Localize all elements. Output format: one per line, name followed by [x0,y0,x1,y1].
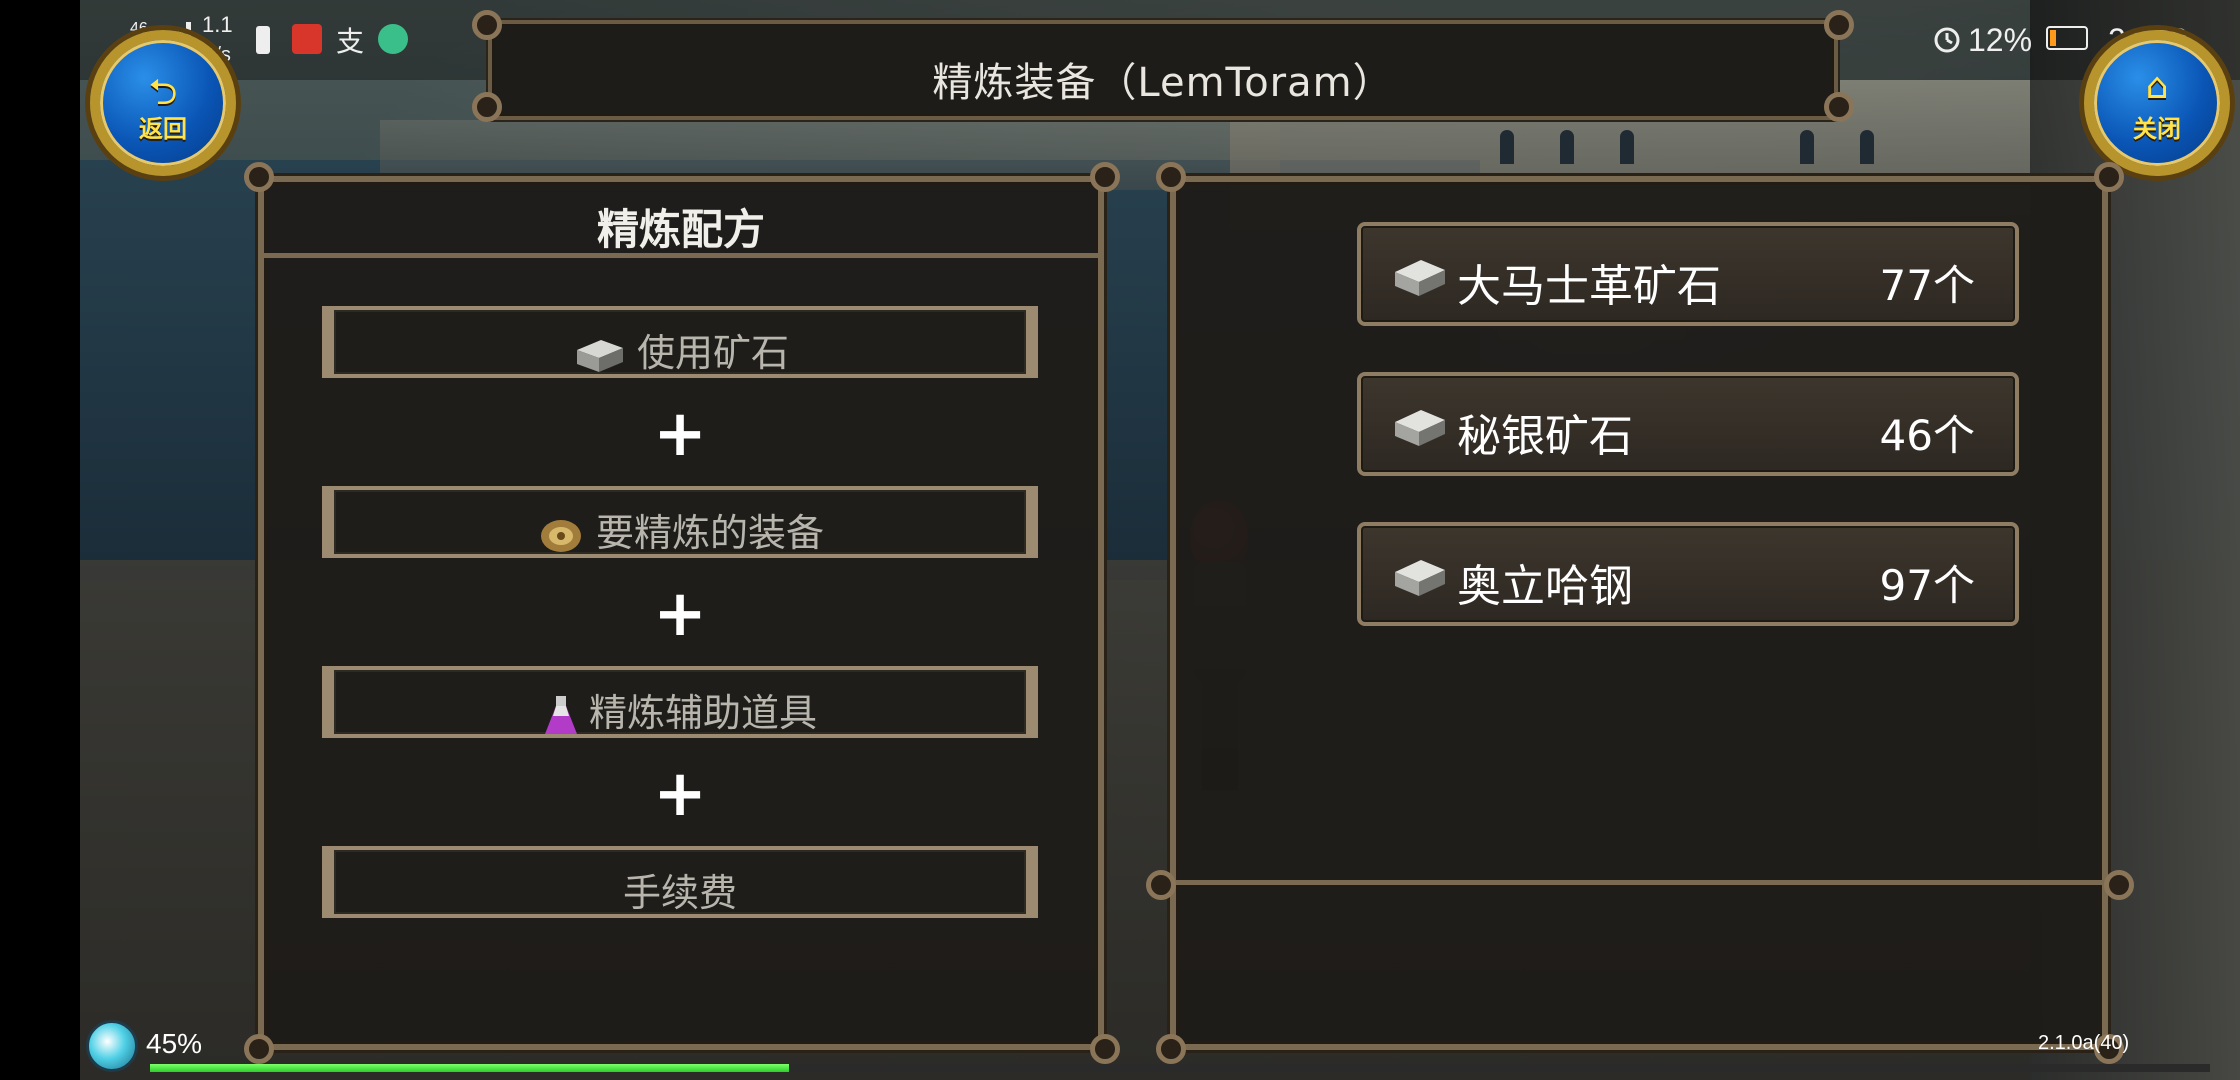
ornament-corner [1824,10,1854,40]
refine-aid-slot-label: 精炼辅助道具 [588,691,817,735]
loading-orb-icon [86,1020,138,1072]
panel-divider [1176,880,2102,885]
close-button[interactable]: ⌂ 关闭 [2084,30,2230,176]
material-item[interactable]: 秘银矿石 46个 [1357,372,2019,476]
ornament-corner [1146,870,1176,900]
home-icon: ⌂ [2145,66,2169,107]
loading-progress-fill [150,1064,789,1072]
potion-icon [544,695,577,734]
meituan-icon [378,24,408,54]
ore-icon [1395,410,1445,446]
recipe-panel-title: 精炼配方 [596,205,765,254]
battery-icon [2046,26,2088,50]
material-count: 77个 [1879,261,1975,310]
material-item[interactable]: 大马士革矿石 77个 [1357,222,2019,326]
material-item[interactable]: 奥立哈钢 97个 [1357,522,2019,626]
plus-sign: + [653,577,707,651]
ore-slot[interactable]: 使用矿石 [322,306,1038,378]
news-app-icon [292,24,322,54]
ornament-corner [244,1034,274,1064]
close-button-label: 关闭 [2133,115,2181,143]
ornament-corner [1156,162,1186,192]
material-name: 大马士革矿石 [1457,261,1721,312]
warning-icon [256,26,270,54]
ore-icon [1395,260,1445,296]
refine-aid-slot[interactable]: 精炼辅助道具 [322,666,1038,738]
ore-slot-label: 使用矿石 [636,331,789,375]
game-screen: 46 1.1 K/s 支 12% 21:28 精炼装备（LemToram） [0,0,2240,1080]
ore-icon [1395,560,1445,596]
material-name: 奥立哈钢 [1457,561,1633,612]
back-button[interactable]: ⮌ 返回 [90,30,236,176]
ornament-corner [1090,1034,1120,1064]
loading-progress-bar [150,1064,2210,1072]
material-name: 秘银矿石 [1457,411,1633,462]
page-title-banner: 精炼装备（LemToram） [488,20,1838,120]
equipment-icon [540,519,581,552]
ore-icon [576,339,623,372]
ornament-corner [472,92,502,122]
net-speed-value: 1.1 [202,12,233,37]
battery-percent: 12% [1968,22,2033,58]
ornament-corner [472,10,502,40]
ornament-corner [2104,870,2134,900]
load-percent: 45% [146,1028,203,1059]
plus-sign: + [653,757,707,831]
page-title: 精炼装备（LemToram） [932,60,1394,106]
alarm-icon [1934,27,1960,53]
back-button-label: 返回 [139,115,187,143]
ornament-corner [1824,92,1854,122]
ornament-corner [1090,162,1120,192]
plus-sign: + [653,397,707,471]
material-count: 46个 [1879,411,1975,460]
alipay-icon: 支 [336,25,365,58]
ornament-corner [2094,162,2124,192]
ornament-corner [1156,1034,1186,1064]
equipment-slot[interactable]: 要精炼的装备 [322,486,1038,558]
equipment-slot-label: 要精炼的装备 [595,511,824,555]
fee-slot-label: 手续费 [622,871,737,915]
fee-slot[interactable]: 手续费 [322,846,1038,918]
material-count: 97个 [1879,561,1975,610]
version-label: 2.1.0a(40) [2038,1032,2130,1054]
ornament-corner [244,162,274,192]
recipe-panel-header: 精炼配方 [264,182,1098,258]
